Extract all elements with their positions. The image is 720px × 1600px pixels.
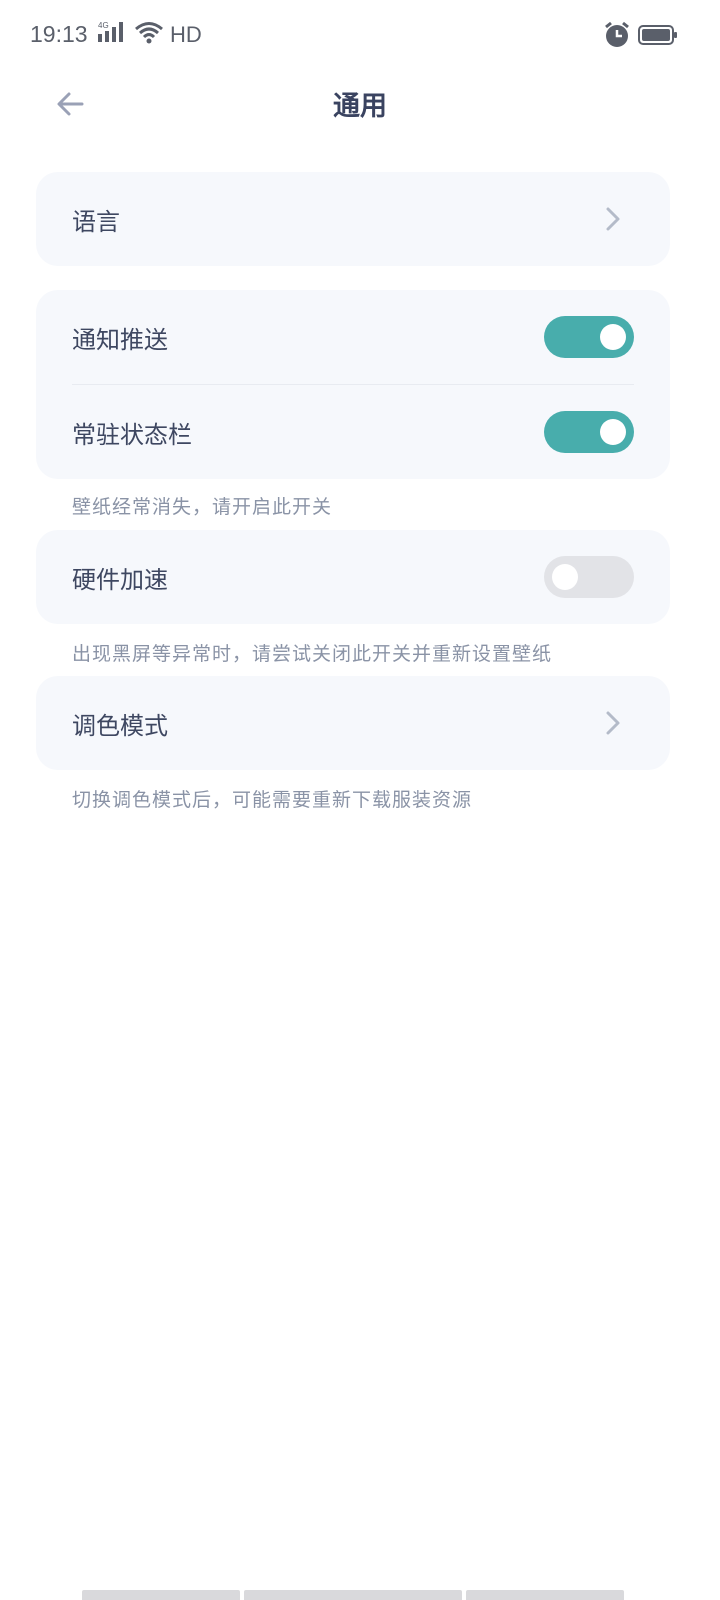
notification-card: 通知推送 常驻状态栏 [36,290,670,479]
notification-push-label: 通知推送 [72,325,168,354]
hardware-accel-label: 硬件加速 [72,565,168,594]
resident-statusbar-toggle[interactable] [544,411,634,453]
toggle-knob [600,324,626,350]
hardware-accel-hint: 出现黑屏等异常时，请尝试关闭此开关并重新设置壁纸 [72,643,553,665]
network-type-label: 4G [98,21,109,30]
language-card: 语言 [36,172,670,266]
toggle-knob [552,564,578,590]
wifi-icon [134,20,164,48]
header: 通用 [0,72,720,134]
page-title: 通用 [333,91,387,122]
toggle-knob [600,419,626,445]
chevron-right-icon [606,711,620,735]
palette-mode-label: 调色模式 [72,711,168,740]
palette-mode-card: 调色模式 [36,676,670,770]
chevron-right-icon [606,207,620,231]
resident-statusbar-label: 常驻状态栏 [72,420,192,449]
alarm-icon [604,21,630,53]
language-label: 语言 [72,207,120,236]
hardware-accel-row: 硬件加速 [36,530,670,624]
resident-statusbar-row: 常驻状态栏 [36,385,670,479]
status-icons-right [604,21,678,53]
notification-push-toggle[interactable] [544,316,634,358]
status-time: 19:13 [30,21,88,47]
hd-label: HD [170,22,202,47]
navigation-bar [82,1590,624,1600]
nav-segment [466,1590,624,1600]
palette-mode-row[interactable]: 调色模式 [36,676,670,770]
nav-segment [244,1590,462,1600]
status-icons-left: 4G HD [98,20,202,48]
notification-push-row: 通知推送 [36,290,670,384]
hardware-accel-card: 硬件加速 [36,530,670,624]
resident-statusbar-hint: 壁纸经常消失，请开启此开关 [72,496,333,518]
signal-icon: 4G [98,20,128,48]
status-bar: 19:13 4G HD [0,0,720,72]
battery-icon [638,24,678,50]
nav-segment [82,1590,240,1600]
language-row[interactable]: 语言 [36,172,670,266]
hardware-accel-toggle[interactable] [544,556,634,598]
palette-mode-hint: 切换调色模式后，可能需要重新下载服装资源 [72,789,473,811]
